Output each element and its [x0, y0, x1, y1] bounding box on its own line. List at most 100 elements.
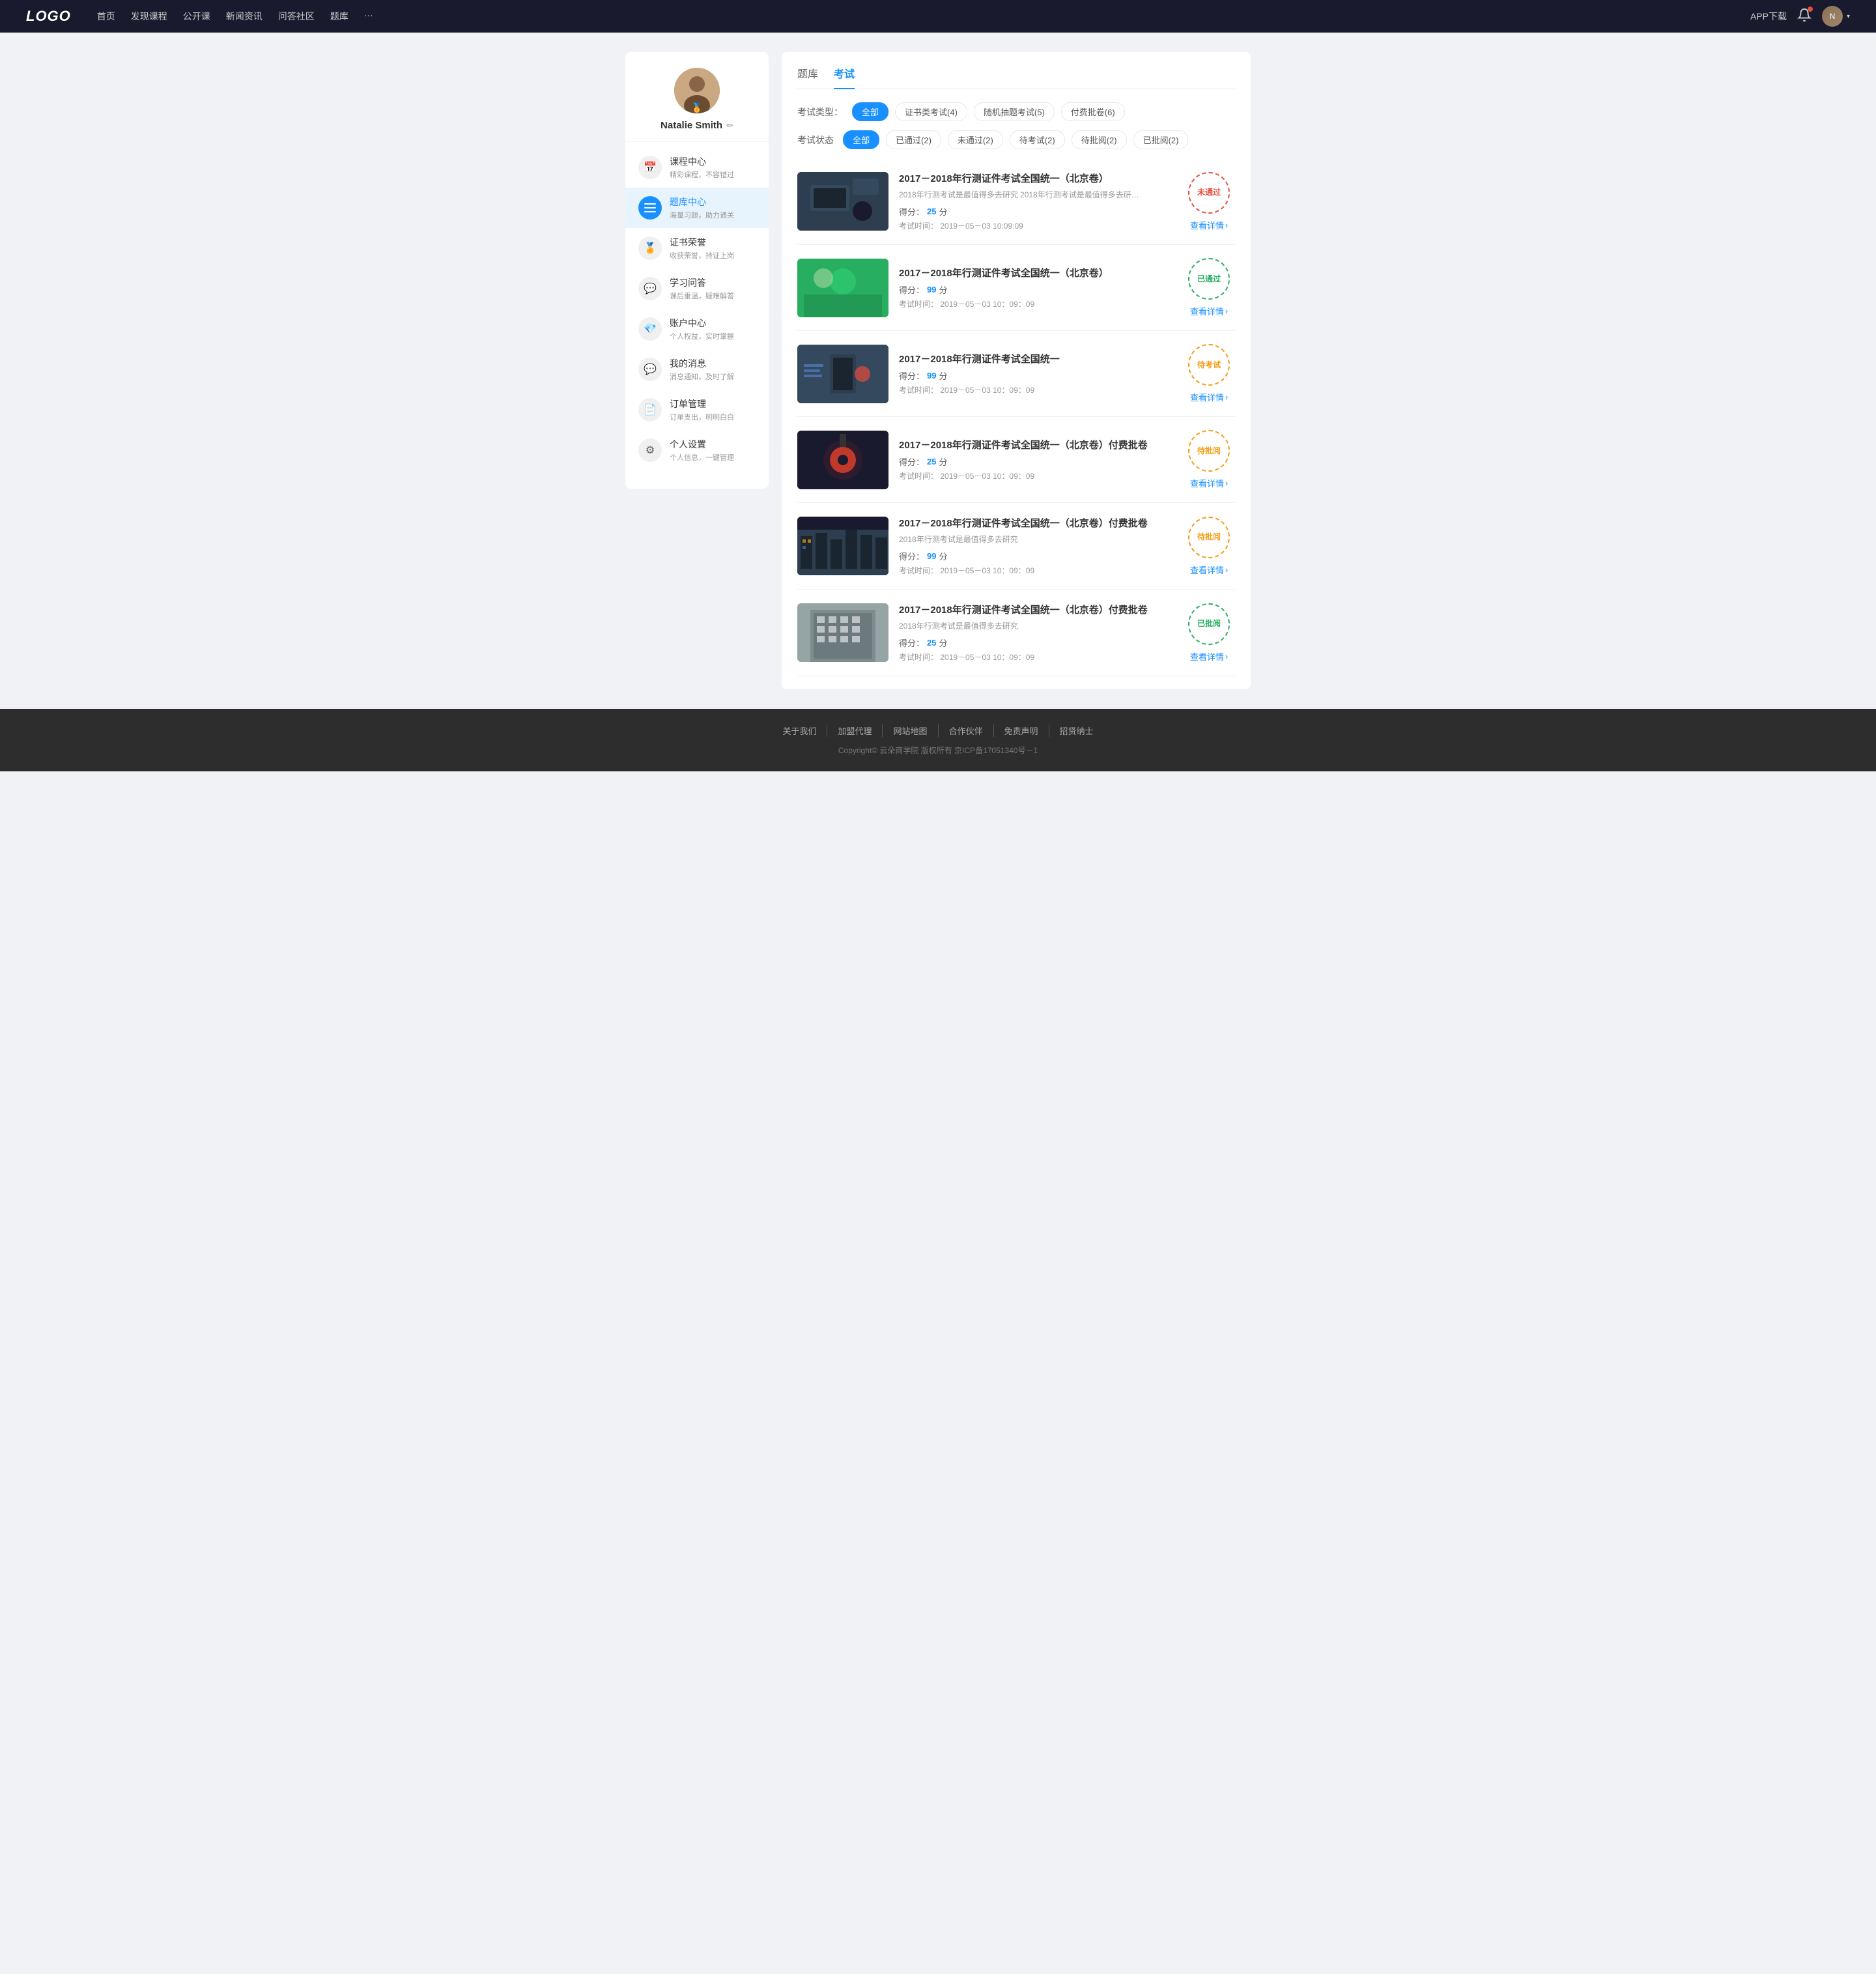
- exam-thumbnail-5[interactable]: [797, 517, 888, 575]
- score-unit-6: 分: [939, 637, 947, 649]
- footer-link-sitemap[interactable]: 网站地图: [883, 724, 938, 737]
- exam-detail-link-3[interactable]: 查看详情 ›: [1190, 391, 1228, 403]
- exam-status-stamp-6: 已批阅: [1188, 603, 1230, 645]
- exam-list: 2017－2018年行测证件考试全国统一（北京卷） 2018年行测考试是最值得多…: [797, 158, 1235, 676]
- menu-text-qa: 学习问答 课后重温，疑难解答: [670, 276, 734, 301]
- chevron-right-icon-3: ›: [1225, 392, 1228, 402]
- status-filter-passed[interactable]: 已通过(2): [886, 130, 941, 149]
- status-filter-reviewed[interactable]: 已批阅(2): [1133, 130, 1189, 149]
- menu-text-messages: 我的消息 消息通知，及时了解: [670, 357, 734, 382]
- footer-link-about[interactable]: 关于我们: [772, 724, 827, 737]
- navbar-right: APP下载 N ▾: [1750, 6, 1850, 27]
- exam-title-6: 2017－2018年行测证件考试全国统一（北京卷）付费批卷: [899, 603, 1172, 616]
- app-download-link[interactable]: APP下载: [1750, 10, 1787, 23]
- exam-title-2: 2017－2018年行测证件考试全国统一（北京卷）: [899, 266, 1172, 279]
- type-filter-all[interactable]: 全部: [852, 102, 888, 121]
- sidebar-menu: 📅 课程中心 精彩课程，不容错过: [625, 142, 769, 476]
- logo[interactable]: LOGO: [26, 8, 71, 25]
- exam-info-2: 2017－2018年行测证件考试全国统一（北京卷） 得分： 99 分 考试时间：…: [899, 266, 1172, 309]
- menu-label-orders: 订单管理: [670, 397, 734, 410]
- exam-score-2: 得分： 99 分: [899, 283, 1172, 296]
- exam-detail-link-2[interactable]: 查看详情 ›: [1190, 305, 1228, 317]
- nav-open-course[interactable]: 公开课: [183, 10, 210, 23]
- menu-sub-settings: 个人信息，一键管理: [670, 452, 734, 463]
- exam-thumbnail-6[interactable]: [797, 603, 888, 662]
- exam-thumbnail-3[interactable]: [797, 345, 888, 403]
- nav-news[interactable]: 新闻资讯: [226, 10, 263, 23]
- tab-question-bank[interactable]: 题库: [797, 65, 818, 89]
- exam-title-3: 2017－2018年行测证件考试全国统一: [899, 352, 1172, 365]
- footer-link-agency[interactable]: 加盟代理: [827, 724, 883, 737]
- exam-status-stamp-4: 待批阅: [1188, 430, 1230, 472]
- footer-link-partner[interactable]: 合作伙伴: [939, 724, 994, 737]
- diamond-icon: 💎: [638, 317, 662, 341]
- exam-thumbnail-2[interactable]: [797, 259, 888, 317]
- exam-status-area-5: 待批阅 查看详情 ›: [1183, 517, 1235, 576]
- type-filter-random[interactable]: 随机抽题考试(5): [974, 102, 1055, 121]
- nav-home[interactable]: 首页: [97, 10, 115, 23]
- type-filter-paid[interactable]: 付费批卷(6): [1061, 102, 1125, 121]
- exam-score-6: 得分： 25 分: [899, 637, 1172, 649]
- score-val-3: 99: [927, 371, 936, 380]
- footer-links: 关于我们 加盟代理 网站地图 合作伙伴 免责声明 招贤纳士: [26, 724, 1850, 737]
- sidebar-item-study-qa[interactable]: 💬 学习问答 课后重温，疑难解答: [625, 268, 769, 309]
- username-row: Natalie Smith ✏: [661, 120, 733, 131]
- message-icon: 💬: [638, 358, 662, 381]
- footer-link-disclaimer[interactable]: 免责声明: [994, 724, 1049, 737]
- user-avatar-nav[interactable]: N ▾: [1822, 6, 1850, 27]
- exam-thumbnail-4[interactable]: [797, 431, 888, 489]
- score-unit-2: 分: [939, 283, 947, 296]
- notification-bell[interactable]: [1797, 8, 1812, 25]
- main-wrapper: 🏅 Natalie Smith ✏ 📅 课程中心 精彩课程，不容错过: [612, 33, 1264, 709]
- menu-text-settings: 个人设置 个人信息，一键管理: [670, 438, 734, 463]
- exam-status-area-2: 已通过 查看详情 ›: [1183, 258, 1235, 317]
- status-filter-failed[interactable]: 未通过(2): [948, 130, 1003, 149]
- nav-question-bank[interactable]: 题库: [330, 10, 348, 23]
- exam-detail-link-5[interactable]: 查看详情 ›: [1190, 564, 1228, 576]
- score-label-3: 得分：: [899, 369, 924, 382]
- score-val-5: 99: [927, 551, 936, 561]
- menu-sub-orders: 订单支出，明明白白: [670, 412, 734, 422]
- exam-status-stamp-2: 已通过: [1188, 258, 1230, 300]
- nav-qa[interactable]: 问答社区: [278, 10, 315, 23]
- menu-sub-account: 个人权益，实时掌握: [670, 331, 734, 341]
- sidebar-item-course-center[interactable]: 📅 课程中心 精彩课程，不容错过: [625, 147, 769, 188]
- exam-detail-link-6[interactable]: 查看详情 ›: [1190, 650, 1228, 663]
- exam-score-3: 得分： 99 分: [899, 369, 1172, 382]
- menu-text-course: 课程中心 精彩课程，不容错过: [670, 155, 734, 180]
- avatar-badge: 🏅: [691, 102, 702, 113]
- score-unit-5: 分: [939, 550, 947, 562]
- nav-courses[interactable]: 发现课程: [131, 10, 167, 23]
- menu-sub-course: 精彩课程，不容错过: [670, 169, 734, 180]
- status-filter-all[interactable]: 全部: [843, 130, 879, 149]
- exam-detail-link-1[interactable]: 查看详情 ›: [1190, 219, 1228, 231]
- menu-label-course: 课程中心: [670, 155, 734, 168]
- status-filter-to-review[interactable]: 待批阅(2): [1072, 130, 1127, 149]
- nav-more[interactable]: ···: [364, 10, 373, 23]
- sidebar-username: Natalie Smith: [661, 120, 722, 131]
- exam-info-6: 2017－2018年行测证件考试全国统一（北京卷）付费批卷 2018年行测考试是…: [899, 603, 1172, 663]
- exam-info-4: 2017－2018年行测证件考试全国统一（北京卷）付费批卷 得分： 25 分 考…: [899, 438, 1172, 481]
- exam-detail-link-4[interactable]: 查看详情 ›: [1190, 477, 1228, 489]
- exam-status-area-1: 未通过 查看详情 ›: [1183, 172, 1235, 231]
- navbar: LOGO 首页 发现课程 公开课 新闻资讯 问答社区 题库 ··· APP下载 …: [0, 0, 1876, 33]
- score-val-6: 25: [927, 638, 936, 648]
- score-val-1: 25: [927, 207, 936, 216]
- sidebar-item-messages[interactable]: 💬 我的消息 消息通知，及时了解: [625, 349, 769, 390]
- sidebar-item-account[interactable]: 💎 账户中心 个人权益，实时掌握: [625, 309, 769, 349]
- footer-link-recruit[interactable]: 招贤纳士: [1049, 724, 1104, 737]
- type-filter-cert[interactable]: 证书类考试(4): [895, 102, 967, 121]
- chevron-down-icon: ▾: [1847, 13, 1850, 20]
- exam-thumbnail-1[interactable]: [797, 172, 888, 231]
- sidebar-item-question-bank[interactable]: 题库中心 海量习题，助力通关: [625, 188, 769, 228]
- sidebar-item-orders[interactable]: 📄 订单管理 订单支出，明明白白: [625, 390, 769, 430]
- edit-profile-icon[interactable]: ✏: [726, 121, 733, 131]
- status-filter-pending[interactable]: 待考试(2): [1010, 130, 1065, 149]
- exam-item-1: 2017－2018年行测证件考试全国统一（北京卷） 2018年行测考试是最值得多…: [797, 158, 1235, 245]
- score-label-4: 得分：: [899, 455, 924, 468]
- tab-exam[interactable]: 考试: [834, 65, 855, 89]
- exam-info-1: 2017－2018年行测证件考试全国统一（北京卷） 2018年行测考试是最值得多…: [899, 171, 1172, 231]
- exam-time-4: 考试时间： 2019－05－03 10：09：09: [899, 470, 1172, 481]
- sidebar-item-certificate[interactable]: 🏅 证书荣誉 收获荣誉，持证上岗: [625, 228, 769, 268]
- sidebar-item-settings[interactable]: ⚙ 个人设置 个人信息，一键管理: [625, 430, 769, 470]
